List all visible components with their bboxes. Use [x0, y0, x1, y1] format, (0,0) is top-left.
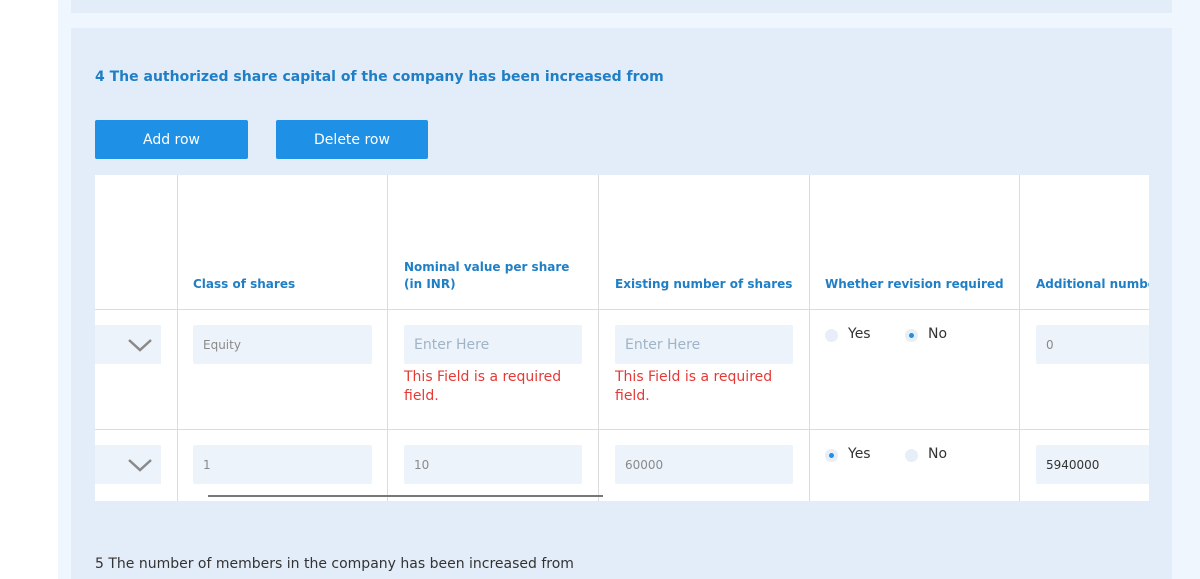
revision-no-label: No — [928, 446, 948, 462]
existing-shares-input[interactable]: Enter Here — [615, 325, 793, 364]
column-header-nominal-value: Nominal value per share (in INR) — [404, 260, 570, 291]
share-capital-table[interactable]: Class of shares Nominal value per share … — [95, 175, 1149, 501]
column-header-existing-shares: Existing number of shares — [615, 277, 793, 291]
chevron-down-icon — [128, 458, 152, 472]
nominal-value-input[interactable]: 10 — [404, 445, 582, 484]
revision-yes-label: Yes — [848, 326, 871, 342]
existing-shares-input[interactable]: 60000 — [615, 445, 793, 484]
class-of-shares-input[interactable]: 1 — [193, 445, 372, 484]
column-header-class-of-shares: Class of shares — [193, 277, 296, 291]
column-divider — [1019, 175, 1020, 501]
column-header-revision-required: Whether revision required — [825, 277, 1004, 291]
column-divider — [387, 175, 388, 501]
add-row-button[interactable]: Add row — [95, 120, 248, 159]
existing-shares-error: This Field is a required field. — [615, 369, 773, 404]
delete-row-button[interactable]: Delete row — [276, 120, 428, 159]
section-4-title: 4 The authorized share capital of the co… — [95, 69, 664, 85]
additional-number-input[interactable]: 5940000 — [1036, 445, 1149, 484]
horizontal-scrollbar[interactable] — [208, 495, 603, 497]
revision-yes-label: Yes — [848, 446, 871, 462]
revision-yes-radio[interactable] — [825, 329, 838, 342]
column-divider — [809, 175, 810, 501]
column-divider — [177, 175, 178, 501]
column-divider — [598, 175, 599, 501]
class-of-shares-input[interactable]: Equity — [193, 325, 372, 364]
revision-no-radio[interactable] — [905, 329, 918, 342]
revision-no-radio[interactable] — [905, 449, 918, 462]
section-5-title: 5 The number of members in the company h… — [95, 556, 574, 572]
previous-section-card — [71, 0, 1172, 13]
row-2-dropdown[interactable] — [95, 445, 161, 484]
revision-yes-radio[interactable] — [825, 449, 838, 462]
row-divider — [95, 429, 1149, 430]
additional-number-input[interactable]: 0 — [1036, 325, 1149, 364]
chevron-down-icon — [128, 338, 152, 352]
nominal-value-error: This Field is a required field. — [404, 369, 562, 404]
row-divider — [95, 309, 1149, 310]
row-1-dropdown[interactable] — [95, 325, 161, 364]
nominal-value-input[interactable]: Enter Here — [404, 325, 582, 364]
revision-no-label: No — [928, 326, 948, 342]
column-header-additional-number: Additional number — [1036, 277, 1149, 291]
